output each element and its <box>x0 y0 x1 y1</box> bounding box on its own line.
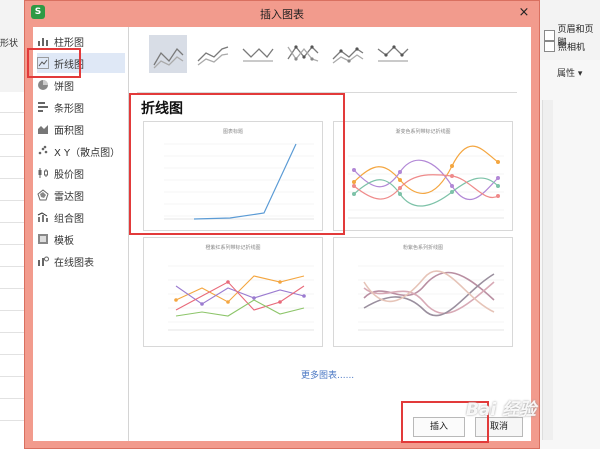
subtype-stacked-line-icon[interactable] <box>194 35 232 73</box>
category-label: X Y（散点图） <box>54 147 121 159</box>
category-pie-chart[interactable]: 饼图 <box>37 75 125 95</box>
category-combo-chart[interactable]: 组合图 <box>37 207 125 227</box>
close-button[interactable]: × <box>515 4 533 22</box>
camera-button[interactable]: 照相机 <box>544 40 585 53</box>
pie-chart-icon <box>38 80 48 90</box>
subtype-percent-marker-line-icon[interactable] <box>374 35 412 73</box>
camera-label: 照相机 <box>558 43 586 53</box>
category-label: 模板 <box>54 235 74 247</box>
bar-chart-icon <box>38 38 48 46</box>
category-area-chart[interactable]: 面积图 <box>37 119 125 139</box>
subtype-marker-line-icon[interactable] <box>284 35 322 73</box>
category-online-chart[interactable]: 在线图表 <box>37 251 125 271</box>
scatter-chart-icon <box>38 145 48 155</box>
highlight-line-chart-section <box>129 93 345 235</box>
category-label: 组合图 <box>54 213 84 225</box>
category-label: 雷达图 <box>54 191 84 203</box>
category-label: 饼图 <box>54 81 74 93</box>
line-chart-subtypes <box>149 35 412 77</box>
radar-chart-icon <box>37 189 49 201</box>
category-stock-chart[interactable]: 股价图 <box>37 163 125 183</box>
category-template[interactable]: 模板 <box>37 229 125 249</box>
chart-category-list: 柱形图 折线图 饼图 条形图 面积图 X Y（散点图） 股价图 雷达图 组合图 … <box>27 27 129 441</box>
thumbnail-gradient-preview <box>348 145 504 219</box>
area-chart-icon <box>38 125 48 134</box>
header-footer-icon <box>544 29 555 41</box>
category-scatter-chart[interactable]: X Y（散点图） <box>37 141 125 161</box>
combo-chart-icon <box>37 212 48 222</box>
camera-icon <box>544 41 555 52</box>
online-chart-icon <box>38 256 49 266</box>
category-label: 在线图表 <box>54 257 94 269</box>
chart-gallery: 折线图 图表标题 渐变色系列带标记折线图 橙紫红系列带标记折线图 粉紫色系列折线… <box>129 27 531 443</box>
chart-template-orange-purple-line[interactable]: 橙紫红系列带标记折线图 <box>143 237 323 347</box>
shape-toolbar-label[interactable]: 形状 <box>0 36 18 49</box>
subtype-line-icon[interactable] <box>149 35 187 73</box>
more-charts-link[interactable]: 更多图表...... <box>301 368 354 381</box>
category-horizontal-bar-chart[interactable]: 条形图 <box>37 97 125 117</box>
stock-chart-icon <box>38 168 48 178</box>
dialog-title: 插入图表 <box>260 8 304 21</box>
insert-chart-dialog: S 插入图表 × 柱形图 折线图 饼图 条形图 面积图 X Y（散点图） 股价图… <box>24 0 540 449</box>
watermark-logo: Bai 经验 <box>466 400 537 420</box>
properties-label[interactable]: 属性 ▾ <box>557 66 582 79</box>
subtype-percent-line-icon[interactable] <box>239 35 277 73</box>
vertical-scrollbar[interactable] <box>542 100 553 440</box>
category-radar-chart[interactable]: 雷达图 <box>37 185 125 205</box>
chart-template-gradient-marker-line[interactable]: 渐变色系列带标记折线图 <box>333 121 513 231</box>
chart-template-pink-purple-line[interactable]: 粉紫色系列折线图 <box>333 237 513 347</box>
category-label: 面积图 <box>54 125 84 137</box>
category-label: 柱形图 <box>54 37 84 49</box>
thumbnail-orange-preview <box>168 265 314 331</box>
highlight-line-chart-category <box>27 48 81 78</box>
dialog-body: 柱形图 折线图 饼图 条形图 面积图 X Y（散点图） 股价图 雷达图 组合图 … <box>27 27 531 443</box>
dialog-title-bar[interactable]: S 插入图表 × <box>25 1 539 25</box>
subtype-stacked-marker-line-icon[interactable] <box>329 35 367 73</box>
template-icon <box>38 234 48 244</box>
category-label: 股价图 <box>54 169 84 181</box>
category-label: 条形图 <box>54 103 84 115</box>
thumbnail-pink-preview <box>358 265 504 331</box>
horizontal-bar-chart-icon <box>38 102 48 112</box>
